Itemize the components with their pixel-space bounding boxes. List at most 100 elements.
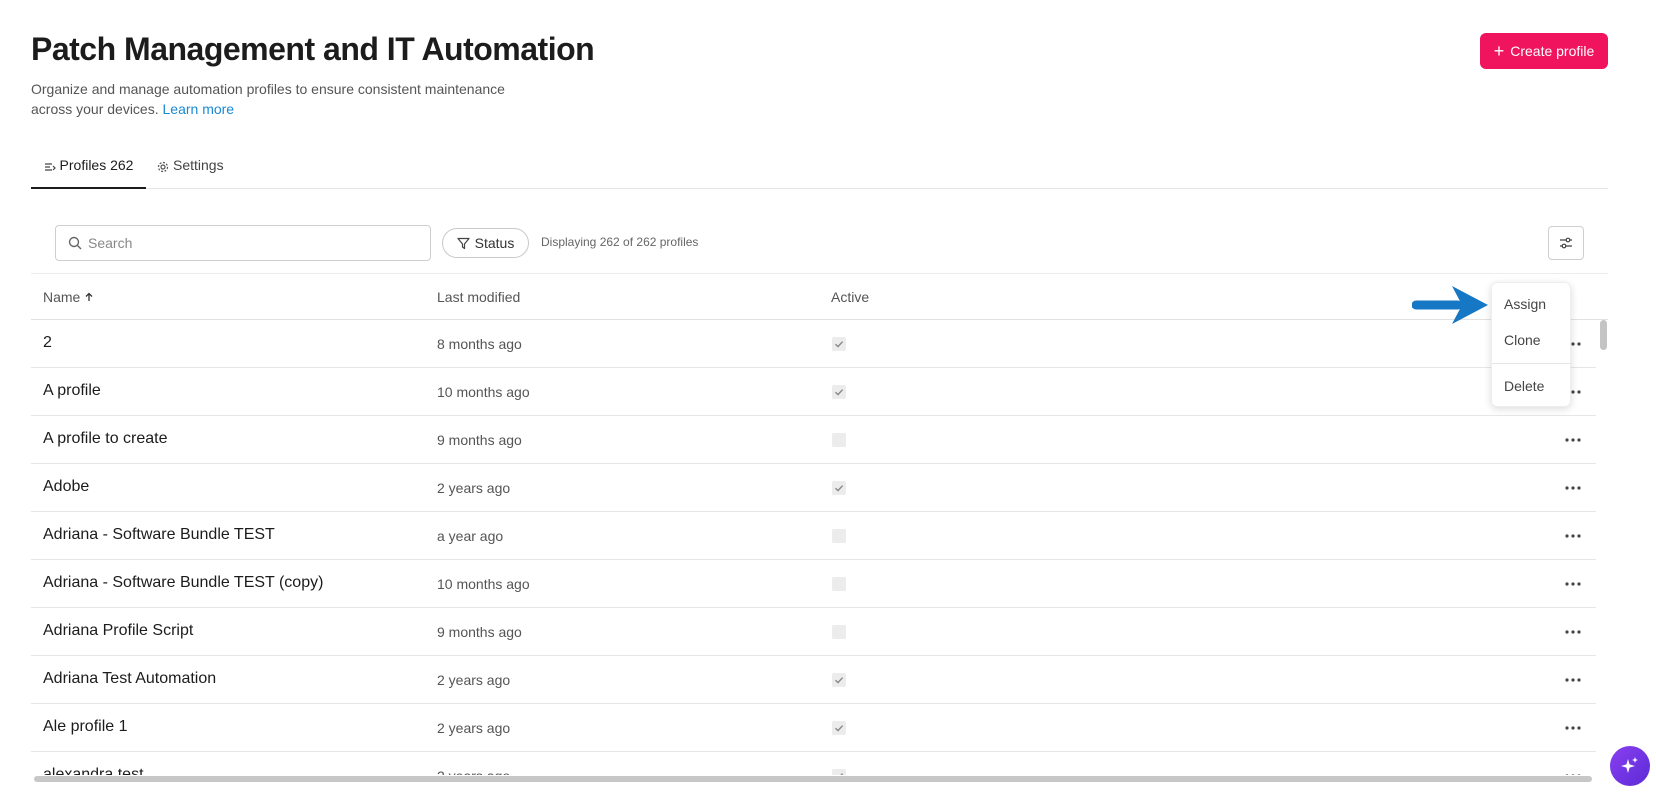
search-icon bbox=[68, 236, 82, 250]
active-checkbox bbox=[832, 625, 846, 639]
description-text: Organize and manage automation profiles … bbox=[31, 81, 505, 117]
more-actions-button[interactable] bbox=[1563, 574, 1583, 594]
profile-name[interactable]: 2 bbox=[43, 334, 52, 352]
last-modified: 2 years ago bbox=[437, 768, 510, 775]
active-checkbox bbox=[832, 529, 846, 543]
last-modified: 9 months ago bbox=[437, 624, 522, 640]
sparkle-icon bbox=[1621, 757, 1638, 773]
tab-settings[interactable]: Settings bbox=[157, 150, 237, 189]
table-body: 28 months ago A profile 10 months ago A pro… bbox=[31, 320, 1596, 775]
more-horizontal-icon bbox=[1565, 438, 1581, 442]
menu-item-assign[interactable]: Assign bbox=[1504, 296, 1546, 312]
table-row[interactable]: A profile 10 months ago bbox=[31, 368, 1596, 416]
tab-settings-label: Settings bbox=[173, 157, 224, 173]
plus-icon: + bbox=[1493, 41, 1505, 61]
active-checkbox bbox=[832, 385, 846, 399]
table-row[interactable]: alexandra test 2 years ago bbox=[31, 752, 1596, 775]
column-header-last-modified[interactable]: Last modified bbox=[437, 289, 520, 305]
active-checkbox bbox=[832, 769, 846, 775]
table-row[interactable]: Adobe 2 years ago bbox=[31, 464, 1596, 512]
sliders-icon bbox=[1560, 237, 1572, 249]
page-title: Patch Management and IT Automation bbox=[31, 31, 595, 67]
active-checkbox bbox=[832, 721, 846, 735]
column-header-name[interactable]: Name bbox=[43, 289, 94, 305]
check-icon bbox=[835, 389, 844, 396]
arrow-up-icon bbox=[85, 292, 93, 301]
table-row[interactable]: Adriana Test Automation 2 years ago bbox=[31, 656, 1596, 704]
column-header-active[interactable]: Active bbox=[831, 289, 869, 305]
vertical-scrollbar[interactable] bbox=[1599, 320, 1607, 775]
list-icon bbox=[44, 163, 56, 171]
check-icon bbox=[835, 485, 844, 492]
check-icon bbox=[840, 773, 844, 775]
more-actions-button[interactable] bbox=[1563, 670, 1583, 690]
more-actions-button[interactable] bbox=[1563, 718, 1583, 738]
more-horizontal-icon bbox=[1565, 630, 1581, 634]
status-filter-label: Status bbox=[474, 235, 515, 251]
profile-name[interactable]: Adriana Test Automation bbox=[43, 670, 216, 688]
profile-name[interactable]: alexandra test bbox=[43, 766, 144, 775]
active-checkbox bbox=[832, 481, 846, 495]
last-modified: a year ago bbox=[437, 528, 504, 544]
menu-item-delete[interactable]: Delete bbox=[1504, 378, 1544, 394]
table-row[interactable]: Adriana Profile Script 9 months ago bbox=[31, 608, 1596, 656]
menu-item-clone[interactable]: Clone bbox=[1504, 332, 1541, 348]
last-modified: 10 months ago bbox=[437, 576, 530, 592]
last-modified: 2 years ago bbox=[437, 480, 511, 496]
profile-name[interactable]: Adriana Profile Script bbox=[43, 622, 193, 640]
tab-bar: Profiles 262 Settings bbox=[31, 150, 1608, 189]
ai-assistant-button[interactable] bbox=[1610, 746, 1650, 786]
last-modified: 2 years ago bbox=[437, 672, 511, 688]
row-actions-menu: Assign Clone Delete bbox=[1491, 282, 1572, 407]
more-horizontal-icon bbox=[1565, 678, 1581, 682]
more-horizontal-icon bbox=[1565, 726, 1581, 730]
more-horizontal-icon bbox=[1565, 774, 1581, 775]
more-actions-button[interactable] bbox=[1563, 526, 1583, 546]
last-modified: 8 months ago bbox=[437, 336, 522, 352]
more-actions-button[interactable] bbox=[1563, 478, 1583, 498]
more-actions-button[interactable] bbox=[1563, 430, 1583, 450]
column-settings-button[interactable] bbox=[1548, 226, 1584, 260]
more-actions-button[interactable] bbox=[1563, 766, 1583, 775]
profile-name[interactable]: Adriana - Software Bundle TEST bbox=[43, 526, 275, 544]
table-row[interactable]: Adriana - Software Bundle TEST a year ago bbox=[31, 512, 1596, 560]
table-row[interactable]: A profile to create 9 months ago bbox=[31, 416, 1596, 464]
profile-name[interactable]: Adriana - Software Bundle TEST (copy) bbox=[43, 574, 323, 592]
profile-name[interactable]: Ale profile 1 bbox=[43, 718, 128, 736]
table-row[interactable]: Ale profile 1 2 years ago bbox=[31, 704, 1596, 752]
page-description: Organize and manage automation profiles … bbox=[31, 79, 531, 119]
more-actions-button[interactable] bbox=[1563, 622, 1583, 642]
table-row[interactable]: Adriana - Software Bundle TEST (copy) 10 … bbox=[31, 560, 1596, 608]
gear-icon bbox=[157, 161, 169, 173]
profile-name[interactable]: A profile to create bbox=[43, 430, 168, 448]
learn-more-link[interactable]: Learn more bbox=[163, 101, 235, 117]
status-filter-button[interactable]: Status bbox=[442, 228, 529, 258]
tab-profiles[interactable]: Profiles 262 bbox=[31, 150, 146, 189]
check-icon bbox=[835, 725, 844, 732]
more-horizontal-icon bbox=[1565, 486, 1581, 490]
last-modified: 9 months ago bbox=[437, 432, 522, 448]
active-checkbox bbox=[832, 673, 846, 687]
vertical-scrollbar-thumb[interactable] bbox=[1600, 320, 1607, 350]
tab-profiles-label: Profiles 262 bbox=[59, 157, 134, 173]
horizontal-scrollbar[interactable] bbox=[34, 776, 1592, 782]
create-profile-label: Create profile bbox=[1510, 43, 1595, 59]
profile-name[interactable]: Adobe bbox=[43, 478, 89, 496]
check-icon bbox=[835, 341, 844, 348]
last-modified: 2 years ago bbox=[437, 720, 511, 736]
more-horizontal-icon bbox=[1565, 534, 1581, 538]
active-checkbox bbox=[832, 577, 846, 591]
active-checkbox bbox=[832, 433, 846, 447]
last-modified: 10 months ago bbox=[437, 384, 530, 400]
check-icon bbox=[835, 677, 844, 684]
profile-name[interactable]: A profile bbox=[43, 382, 101, 400]
search-input[interactable] bbox=[88, 235, 408, 251]
more-horizontal-icon bbox=[1565, 582, 1581, 586]
pointer-arrow-icon bbox=[1412, 286, 1488, 324]
create-profile-button[interactable]: + Create profile bbox=[1480, 33, 1608, 69]
table-row[interactable]: 2 8 months ago bbox=[31, 320, 1596, 368]
display-count-text: Displaying 262 of 262 profiles bbox=[541, 235, 699, 249]
filter-icon bbox=[457, 237, 470, 249]
menu-divider bbox=[1492, 363, 1572, 364]
search-box bbox=[55, 225, 431, 261]
